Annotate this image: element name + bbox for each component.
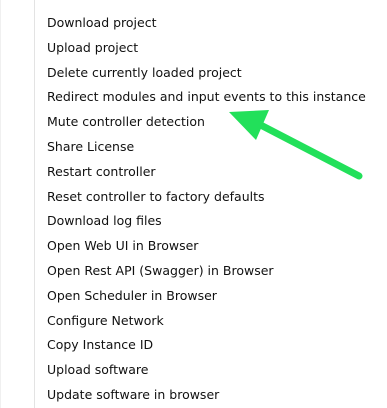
menu-item-share-license[interactable]: Share License <box>1 135 387 160</box>
menu-item-open-scheduler[interactable]: Open Scheduler in Browser <box>1 284 387 309</box>
menu-item-copy-instance-id[interactable]: Copy Instance ID <box>1 333 387 358</box>
menu-item-download-project[interactable]: Download project <box>1 11 387 36</box>
menu-item-open-rest-api[interactable]: Open Rest API (Swagger) in Browser <box>1 259 387 284</box>
menu-item-reset-factory-defaults[interactable]: Reset controller to factory defaults <box>1 185 387 210</box>
menu-item-delete-loaded-project[interactable]: Delete currently loaded project <box>1 61 387 86</box>
menu-list: Download project Upload project Delete c… <box>1 11 387 408</box>
menu-item-open-web-ui[interactable]: Open Web UI in Browser <box>1 234 387 259</box>
menu-item-mute-controller-detection[interactable]: Mute controller detection <box>1 110 387 135</box>
context-menu: Download project Upload project Delete c… <box>0 0 387 408</box>
menu-item-restart-controller[interactable]: Restart controller <box>1 160 387 185</box>
menu-item-update-software-browser[interactable]: Update software in browser <box>1 383 387 408</box>
menu-item-upload-software[interactable]: Upload software <box>1 358 387 383</box>
menu-item-configure-network[interactable]: Configure Network <box>1 309 387 334</box>
menu-item-download-log-files[interactable]: Download log files <box>1 209 387 234</box>
menu-item-upload-project[interactable]: Upload project <box>1 36 387 61</box>
menu-item-redirect-modules[interactable]: Redirect modules and input events to thi… <box>1 85 387 110</box>
